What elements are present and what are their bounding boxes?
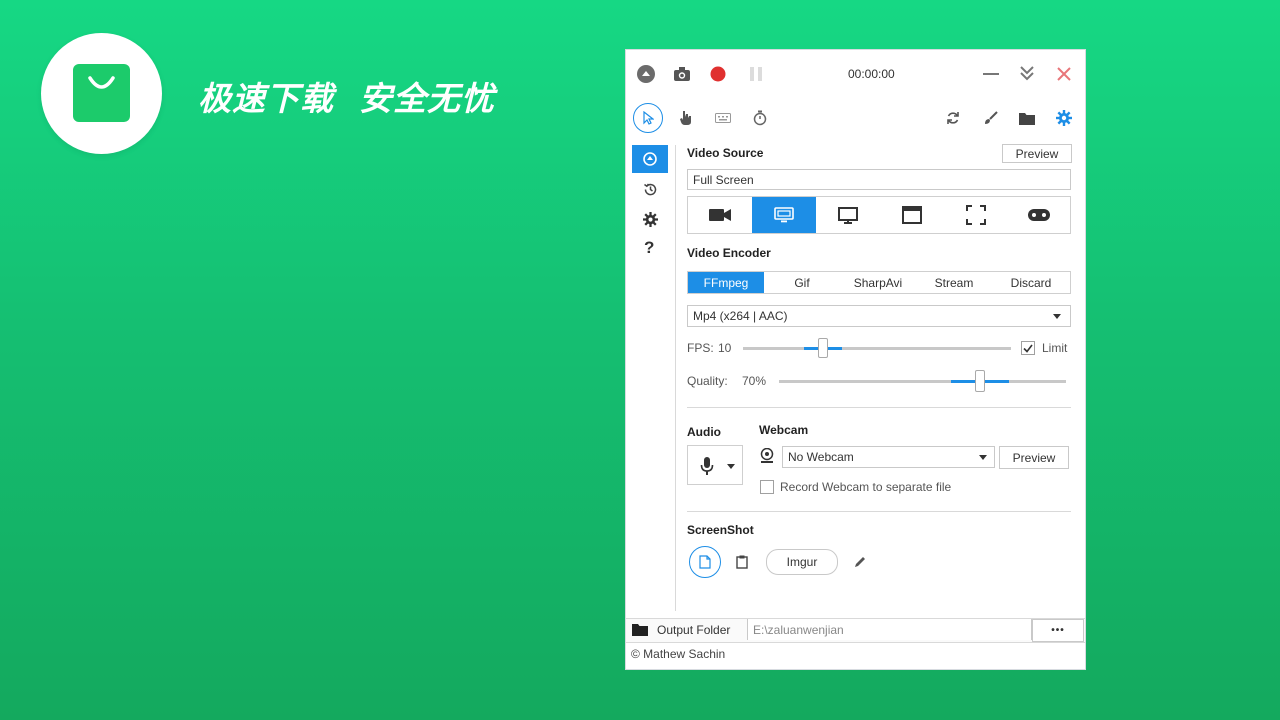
webcam-icon: [758, 446, 776, 466]
video-encoder-title: Video Encoder: [687, 246, 771, 260]
refresh-icon[interactable]: [943, 108, 963, 128]
separate-file-checkbox[interactable]: [760, 480, 774, 494]
webcam-preview-button[interactable]: Preview: [999, 446, 1069, 469]
quality-value: 70%: [742, 374, 767, 388]
copyright-text: © Mathew Sachin: [631, 647, 726, 661]
tab-stream[interactable]: Stream: [916, 272, 992, 293]
quality-slider[interactable]: [779, 370, 1066, 392]
audio-device-button[interactable]: [687, 445, 743, 485]
clipboard-icon[interactable]: [732, 552, 752, 572]
brush-icon[interactable]: [981, 108, 1001, 128]
collapse-icon[interactable]: [1017, 62, 1037, 84]
recorder-window: 00:00:00 ? Video Source Preview Full Scr…: [625, 49, 1086, 670]
app-store-badge: [41, 33, 162, 154]
webcam-select-value: No Webcam: [788, 450, 854, 464]
screenshot-file-icon[interactable]: [689, 546, 721, 578]
tab-ffmpeg[interactable]: FFmpeg: [688, 272, 764, 293]
microphone-icon: [696, 454, 718, 478]
source-selector: [687, 196, 1071, 234]
recording-timer: 00:00:00: [848, 67, 895, 81]
screenshot-title: ScreenShot: [687, 523, 754, 537]
tab-discard[interactable]: Discard: [992, 272, 1070, 293]
promo-slogan: 极速下载 安全无忧: [198, 79, 495, 118]
webcam-select[interactable]: No Webcam: [782, 446, 995, 468]
sidebar-settings-icon[interactable]: [640, 209, 660, 229]
timer-icon[interactable]: [750, 108, 770, 128]
help-icon[interactable]: ?: [644, 238, 654, 258]
format-select[interactable]: Mp4 (x264 | AAC): [687, 305, 1071, 327]
fps-label: FPS:: [687, 341, 714, 355]
format-select-value: Mp4 (x264 | AAC): [693, 309, 788, 323]
back-icon[interactable]: [636, 64, 656, 84]
output-folder-icon: [630, 622, 650, 638]
quality-slider-thumb[interactable]: [974, 370, 985, 392]
home-icon[interactable]: [632, 145, 668, 173]
webcam-title: Webcam: [759, 423, 809, 437]
fps-slider[interactable]: [743, 338, 1011, 358]
video-source-title: Video Source: [687, 146, 764, 160]
record-icon[interactable]: [708, 64, 728, 84]
output-path-field[interactable]: E:\zaluanwenjian: [747, 619, 1032, 640]
settings-icon[interactable]: [1054, 108, 1074, 128]
history-icon[interactable]: [640, 179, 660, 199]
pencil-icon[interactable]: [850, 552, 870, 572]
hand-icon[interactable]: [676, 108, 696, 128]
fps-value: 10: [718, 341, 732, 355]
sidebar-divider: [675, 145, 676, 611]
folder-icon[interactable]: [1017, 108, 1037, 128]
webcam-chevron-down-icon[interactable]: [976, 449, 990, 465]
camera-source-icon[interactable]: [688, 197, 752, 233]
fps-slider-thumb[interactable]: [818, 338, 829, 358]
shopping-bag-icon: [73, 64, 130, 122]
window-source-icon[interactable]: [880, 197, 944, 233]
separate-file-label: Record Webcam to separate file: [780, 480, 952, 494]
gaming-source-icon[interactable]: [1008, 197, 1070, 233]
quality-label: Quality:: [687, 374, 728, 388]
keyboard-icon[interactable]: [712, 108, 734, 128]
imgur-button[interactable]: Imgur: [766, 549, 838, 575]
encoder-tabs: FFmpeg Gif SharpAvi Stream Discard: [687, 271, 1071, 294]
divider-1: [687, 407, 1071, 408]
region-source-icon[interactable]: [944, 197, 1008, 233]
more-options-button[interactable]: •••: [1032, 619, 1084, 642]
close-icon[interactable]: [1054, 64, 1074, 84]
minimize-icon[interactable]: [981, 64, 1001, 84]
video-source-field[interactable]: Full Screen: [687, 169, 1071, 190]
pointer-icon[interactable]: [633, 103, 663, 133]
tab-gif[interactable]: Gif: [764, 272, 840, 293]
output-folder-label: Output Folder: [657, 623, 731, 637]
divider-2: [687, 511, 1071, 512]
audio-title: Audio: [687, 425, 721, 439]
format-chevron-down-icon[interactable]: [1050, 308, 1064, 324]
monitor-source-icon[interactable]: [816, 197, 880, 233]
limit-label: Limit: [1042, 341, 1068, 355]
audio-chevron-down-icon: [724, 460, 738, 472]
screen-source-icon[interactable]: [752, 197, 816, 233]
tab-sharpavi[interactable]: SharpAvi: [840, 272, 916, 293]
limit-checkbox[interactable]: [1021, 341, 1035, 355]
pause-icon[interactable]: [746, 64, 766, 84]
camera-icon[interactable]: [672, 64, 692, 84]
video-source-preview-button[interactable]: Preview: [1002, 144, 1072, 163]
